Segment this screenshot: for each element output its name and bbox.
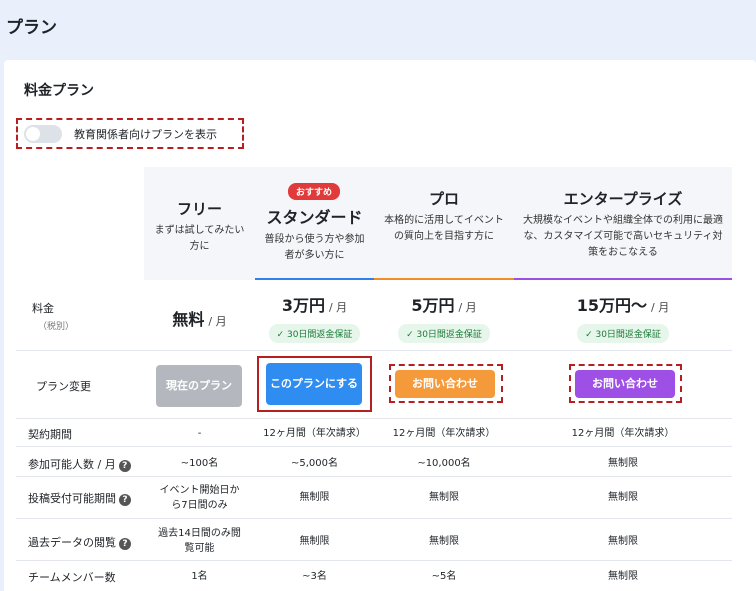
participants-label: 参加可能人数 / 月 (28, 458, 116, 471)
price-unit: / 月 (208, 315, 227, 328)
price-unit: / 月 (651, 301, 670, 314)
plan-description: まずは試してみたい方に (154, 225, 245, 252)
row-divider (16, 476, 732, 477)
contract-period-standard: 12ヶ月間（年次請求） (263, 428, 366, 439)
submission-period-standard: 無制限 (299, 492, 330, 503)
plan-description: 普段から使う方や参加者が多い方に (264, 234, 365, 261)
row-divider (16, 518, 732, 519)
past-data-pro: 無制限 (429, 536, 459, 547)
recommended-badge: おすすめ (288, 183, 341, 200)
row-divider (16, 446, 732, 447)
plan-name: スタンダード (266, 208, 363, 227)
contract-period-free: - (197, 428, 202, 439)
plan-header-standard: おすすめ スタンダード 普段から使う方や参加者が多い方に (255, 167, 374, 280)
past-data-enterprise: 無制限 (608, 536, 638, 547)
past-data-label-row: 過去データの閲覧? (28, 534, 131, 550)
past-data-free: 過去14日間のみ閲覧可能 (158, 528, 241, 554)
price-amount: 3万円 (281, 296, 325, 315)
plan-description: 大規模なイベントや組織全体での利用に最適な、カスタマイズ可能で高いセキュリティ対… (523, 215, 723, 258)
contract-period-label: 契約期間 (28, 428, 72, 441)
select-standard-plan-button[interactable]: このプランにする (266, 363, 362, 405)
price-unit: / 月 (328, 301, 348, 314)
refund-guarantee-badge: ✓ 30日間返金保証 (398, 324, 490, 343)
contract-period-pro: 12ヶ月間（年次請求） (392, 428, 496, 439)
plan-header-enterprise: エンタープライズ 大規模なイベントや組織全体での利用に最適な、カスタマイズ可能で… (514, 167, 732, 280)
pricing-card: 料金プラン 教育関係者向けプランを表示 フリー まずは試してみたい方に おすすめ… (4, 60, 756, 591)
plan-name: エンタープライズ (563, 190, 683, 208)
submission-period-label: 投稿受付可能期間 (28, 492, 116, 505)
row-divider (16, 418, 732, 419)
education-plan-toggle[interactable] (24, 124, 62, 143)
submission-period-label-row: 投稿受付可能期間? (28, 490, 131, 506)
current-plan-button[interactable]: 現在のプラン (156, 365, 242, 407)
price-amount: 5万円 (411, 296, 455, 315)
past-data-standard: 無制限 (299, 536, 330, 547)
participants-label-row: 参加可能人数 / 月? (28, 456, 131, 472)
contract-period-enterprise: 12ヶ月間（年次請求） (571, 428, 675, 439)
team-members-standard: ~3名 (302, 571, 327, 582)
team-members-free: 1名 (191, 571, 208, 582)
participants-pro: ~10,000名 (417, 458, 471, 469)
plan-description: 本格的に活用してイベントの質向上を目指す方に (384, 215, 504, 242)
price-pro: 5万円 / 月 ✓ 30日間返金保証 (374, 292, 514, 343)
price-free: 無料 / 月 (144, 306, 255, 330)
price-row-label: 料金 （税別） (32, 300, 74, 332)
price-unit: / 月 (458, 301, 477, 314)
price-tax-note: （税別） (38, 322, 75, 332)
plan-name: プロ (428, 190, 459, 208)
row-divider (16, 560, 732, 561)
team-members-enterprise: 無制限 (608, 571, 638, 582)
price-enterprise: 15万円〜 / 月 ✓ 30日間返金保証 (514, 292, 732, 343)
help-icon[interactable]: ? (119, 538, 131, 550)
page-title: プラン (6, 18, 57, 38)
plan-header-pro: プロ 本格的に活用してイベントの質向上を目指す方に (374, 167, 514, 280)
plan-header-free: フリー まずは試してみたい方に (144, 167, 255, 280)
plan-name: フリー (176, 200, 222, 218)
team-members-pro: ~5名 (431, 571, 457, 582)
help-icon[interactable]: ? (119, 494, 131, 506)
price-standard: 3万円 / 月 ✓ 30日間返金保証 (255, 292, 374, 343)
help-icon[interactable]: ? (118, 460, 131, 472)
submission-period-enterprise: 無制限 (608, 492, 638, 503)
refund-guarantee-badge: ✓ 30日間返金保証 (268, 324, 361, 343)
past-data-label: 過去データの閲覧 (28, 536, 116, 549)
team-members-label: チームメンバー数 (28, 571, 116, 584)
participants-standard: ~5,000名 (290, 458, 338, 469)
education-toggle-label: 教育関係者向けプランを表示 (74, 127, 217, 141)
price-amount: 15万円〜 (576, 296, 648, 315)
submission-period-pro: 無制限 (429, 492, 459, 503)
participants-free: ~100名 (180, 458, 219, 469)
price-amount: 無料 (172, 310, 205, 329)
contact-pro-button[interactable]: お問い合わせ (395, 370, 495, 398)
price-label: 料金 (32, 302, 54, 315)
plan-change-label: プラン変更 (36, 380, 91, 393)
row-divider (16, 350, 732, 351)
contact-enterprise-button[interactable]: お問い合わせ (575, 370, 675, 398)
education-toggle-row: 教育関係者向けプランを表示 (16, 118, 244, 149)
section-title: 料金プラン (24, 83, 94, 99)
participants-enterprise: 無制限 (608, 458, 638, 469)
refund-guarantee-badge: ✓ 30日間返金保証 (577, 324, 669, 343)
submission-period-free: イベント開始日から7日間のみ (159, 485, 240, 511)
